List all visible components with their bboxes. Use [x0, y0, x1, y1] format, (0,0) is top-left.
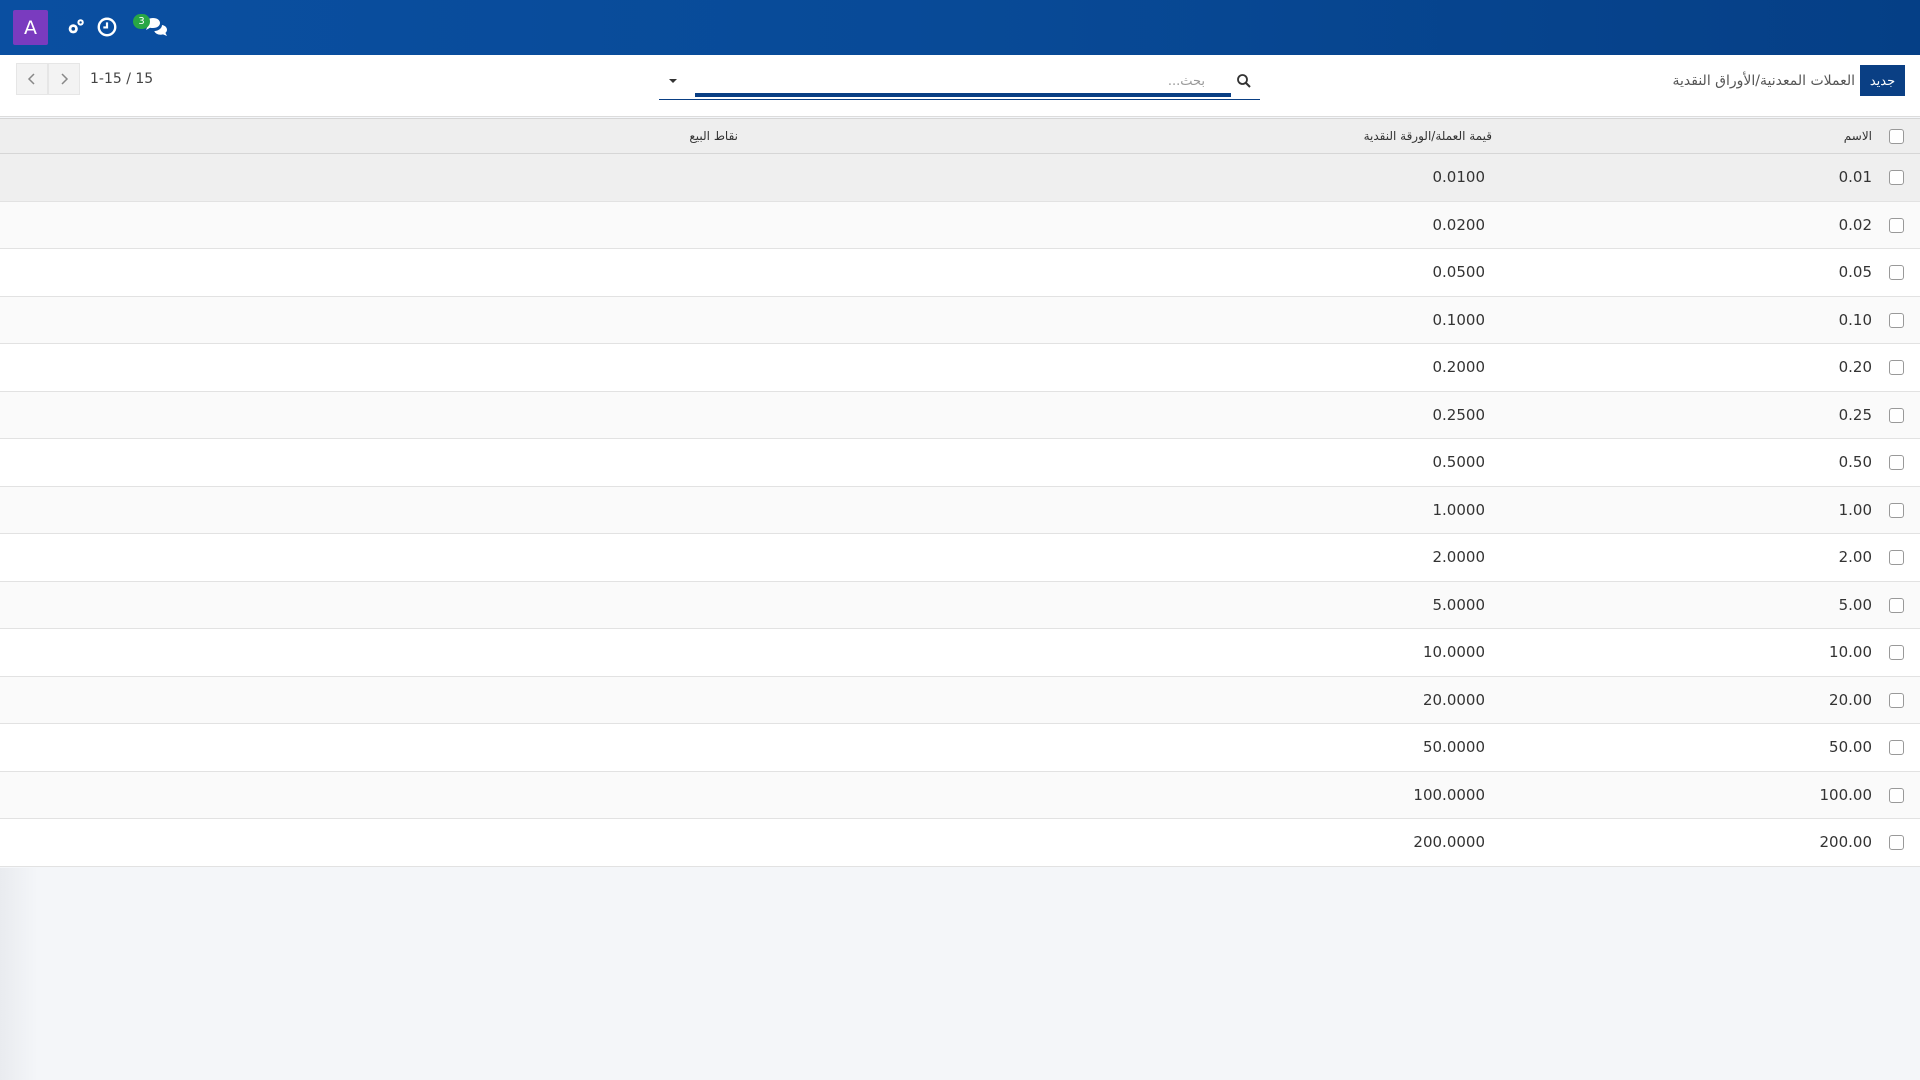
cell-value: 20.0000	[1422, 690, 1485, 709]
table-row[interactable]: 200.00 200.0000	[0, 819, 1920, 867]
cell-value: 5.0000	[1432, 595, 1486, 614]
cell-name: 50.00	[1829, 738, 1872, 756]
cell-value: 0.0200	[1432, 215, 1486, 234]
cell-value: 2.0000	[1432, 548, 1486, 566]
cell-name: 0.25	[1838, 405, 1872, 424]
cell-name: 0.50	[1838, 453, 1872, 471]
cell-name: 2.00	[1838, 548, 1872, 566]
cell-name: 0.10	[1838, 310, 1872, 329]
row-checkbox[interactable]	[1889, 550, 1904, 565]
chevron-left-icon	[27, 73, 35, 85]
row-checkbox[interactable]	[1889, 740, 1904, 755]
table-row[interactable]: 0.02 0.0200	[0, 201, 1920, 249]
messages-badge: 3	[133, 14, 150, 29]
cell-value: 100.0000	[1413, 785, 1485, 804]
cell-name: 0.01	[1838, 168, 1872, 186]
table-row[interactable]: 5.00 5.0000	[0, 581, 1920, 629]
column-header-name[interactable]: الاسم	[1844, 129, 1872, 143]
cell-value: 200.0000	[1413, 833, 1485, 851]
cell-name: 0.20	[1838, 358, 1872, 376]
row-checkbox[interactable]	[1889, 265, 1904, 280]
cell-value: 0.0500	[1432, 263, 1486, 281]
cell-value: 1.0000	[1432, 500, 1486, 519]
cell-value: 10.0000	[1422, 643, 1485, 661]
search-focus-underline	[695, 93, 1231, 97]
new-button[interactable]: جديد	[1860, 65, 1905, 96]
cell-name: 1.00	[1838, 500, 1872, 519]
left-shade	[0, 868, 38, 1080]
column-header-value[interactable]: قيمة العملة/الورقة النقدية	[1364, 129, 1492, 143]
select-all-checkbox[interactable]	[1889, 129, 1904, 144]
pager-value[interactable]: 1-15 / 15	[90, 71, 153, 87]
row-checkbox[interactable]	[1889, 645, 1904, 660]
cell-name: 0.02	[1838, 215, 1872, 234]
top-navbar: A 3	[0, 0, 1920, 55]
table-row[interactable]: 50.00 50.0000	[0, 724, 1920, 772]
breadcrumb: العملات المعدنية/الأوراق النقدية	[1672, 73, 1856, 89]
table-row[interactable]: 10.00 10.0000	[0, 629, 1920, 677]
row-checkbox[interactable]	[1889, 455, 1904, 470]
cell-name: 20.00	[1829, 690, 1872, 709]
table-row[interactable]: 0.05 0.0500	[0, 249, 1920, 297]
chevron-right-icon	[61, 73, 69, 85]
table-row[interactable]: 20.00 20.0000	[0, 676, 1920, 724]
cell-name: 100.00	[1819, 785, 1873, 804]
row-checkbox[interactable]	[1889, 692, 1904, 708]
table-row[interactable]: 0.10 0.1000	[0, 296, 1920, 344]
cell-value: 50.0000	[1422, 738, 1485, 756]
table-row[interactable]: 1.00 1.0000	[0, 486, 1920, 534]
search-input[interactable]	[695, 70, 1205, 92]
cell-value: 0.2500	[1432, 405, 1486, 424]
empty-area	[0, 868, 1920, 1080]
table-row[interactable]: 0.25 0.2500	[0, 391, 1920, 439]
row-checkbox[interactable]	[1889, 597, 1904, 613]
row-checkbox[interactable]	[1889, 502, 1904, 518]
search-options-caret-icon[interactable]	[667, 75, 679, 87]
row-checkbox[interactable]	[1889, 360, 1904, 375]
cell-value: 0.2000	[1432, 358, 1486, 376]
row-checkbox[interactable]	[1889, 217, 1904, 233]
pager-next-button[interactable]	[48, 63, 80, 95]
table-row[interactable]: 0.50 0.5000	[0, 439, 1920, 487]
table-row[interactable]: 0.20 0.2000	[0, 344, 1920, 392]
pager-previous-button[interactable]	[16, 63, 48, 95]
cell-name: 0.05	[1838, 263, 1872, 281]
row-checkbox[interactable]	[1889, 170, 1904, 185]
cell-value: 0.0100	[1432, 168, 1486, 186]
table-row[interactable]: 2.00 2.0000	[0, 534, 1920, 582]
column-header-pos[interactable]: نقاط البيع	[689, 129, 738, 143]
clock-icon[interactable]	[96, 16, 118, 38]
table-body: 0.01 0.0100 0.02 0.0200 0.05 0.0500 0.10 0.1000…	[0, 154, 1920, 867]
cell-name: 5.00	[1838, 595, 1872, 614]
row-checkbox[interactable]	[1889, 312, 1904, 328]
cell-value: 0.1000	[1432, 310, 1486, 329]
row-checkbox[interactable]	[1889, 407, 1904, 423]
search-icon	[1237, 74, 1251, 88]
cell-name: 200.00	[1819, 833, 1873, 851]
user-avatar[interactable]: A	[13, 10, 48, 45]
table-header: الاسم قيمة العملة/الورقة النقدية نقاط ال…	[0, 118, 1920, 154]
control-panel: جديد العملات المعدنية/الأوراق النقدية 1-…	[0, 55, 1920, 117]
row-checkbox[interactable]	[1889, 787, 1904, 803]
search-bar	[659, 67, 1260, 100]
list-table: الاسم قيمة العملة/الورقة النقدية نقاط ال…	[0, 118, 1920, 867]
cell-name: 10.00	[1829, 643, 1872, 661]
row-checkbox[interactable]	[1889, 835, 1904, 850]
table-row[interactable]: 100.00 100.0000	[0, 771, 1920, 819]
table-row[interactable]: 0.01 0.0100	[0, 154, 1920, 202]
settings-cogs-icon[interactable]	[65, 16, 87, 38]
cell-value: 0.5000	[1432, 453, 1486, 471]
